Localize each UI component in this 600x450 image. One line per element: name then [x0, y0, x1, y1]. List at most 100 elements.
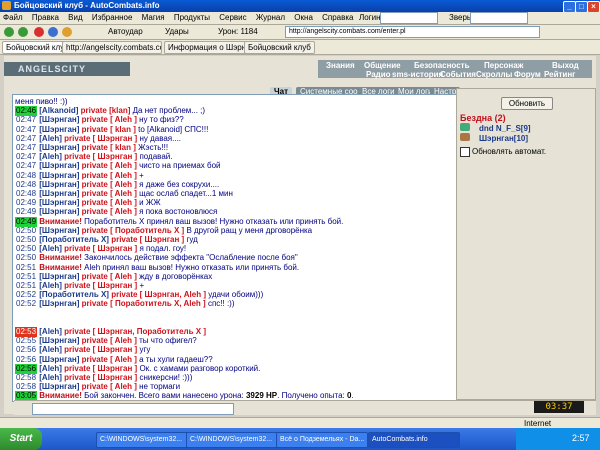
menu-file[interactable]: Файл: [3, 13, 23, 22]
menu-knowledge[interactable]: Знания: [326, 61, 355, 70]
private-recipients[interactable]: private [ Шэрнган, Aleh ]: [111, 290, 206, 299]
sender-nick[interactable]: [Поработитель X]: [39, 235, 109, 244]
tab-angelscity-url[interactable]: http://angelscity.combats.com...: [62, 41, 162, 54]
sender-nick[interactable]: [Шэрнган]: [39, 189, 79, 198]
sender-nick[interactable]: [Шэрнган]: [39, 299, 79, 308]
sender-nick[interactable]: [Шэрнган]: [39, 180, 79, 189]
menu-journal[interactable]: Журнал: [256, 13, 285, 22]
menu-favorites[interactable]: Избранное: [92, 13, 133, 22]
submenu-forum[interactable]: Форум: [514, 70, 541, 79]
player-dnd[interactable]: dnd N_F_S[9]: [479, 124, 531, 133]
refresh-button[interactable]: Обновить: [501, 97, 553, 110]
menu-view[interactable]: Вид: [68, 13, 82, 22]
player-sharingan[interactable]: Шэрнган[10]: [479, 134, 528, 143]
submenu-rating[interactable]: Рейтинг: [544, 70, 576, 79]
task-cmd-1[interactable]: C:\WINDOWS\system32...: [96, 432, 188, 448]
sender-nick[interactable]: [Aleh]: [39, 373, 62, 382]
chat-input[interactable]: [32, 403, 234, 415]
sender-nick[interactable]: [Aleh]: [39, 364, 62, 373]
private-recipients[interactable]: private [ Aleh ]: [82, 189, 137, 198]
submenu-radio[interactable]: Радио: [366, 70, 391, 79]
message-text: жду в договорёнках: [139, 271, 213, 281]
sender-nick[interactable]: [Поработитель X]: [39, 290, 109, 299]
sender-nick[interactable]: [Шэрнган]: [39, 272, 79, 281]
sender-nick[interactable]: [Aleh]: [39, 152, 62, 161]
menu-exit[interactable]: Выход: [552, 61, 579, 70]
sender-nick[interactable]: [Шэрнган]: [39, 143, 79, 152]
private-recipients[interactable]: private [ Шэрнган ]: [64, 281, 137, 290]
private-recipients[interactable]: private [ Aleh ]: [82, 115, 137, 124]
sender-nick[interactable]: [Шэрнган]: [39, 115, 79, 124]
sender-nick[interactable]: [Aleh]: [39, 345, 62, 354]
address-bar[interactable]: http://angelscity.combats.com/enter.pl: [285, 26, 540, 38]
window-title-bar: Бойцовский клуб - AutoCombats.info _ □ ×: [0, 0, 600, 13]
private-recipients[interactable]: private [ Aleh ]: [82, 171, 137, 180]
sender-nick[interactable]: [Шэрнган]: [39, 171, 79, 180]
auto-update-checkbox[interactable]: [460, 147, 470, 157]
private-recipients[interactable]: private [ Шэрнган, Поработитель X ]: [64, 327, 206, 336]
sender-nick[interactable]: [Aleh]: [39, 134, 62, 143]
menu-character[interactable]: Персонаж: [484, 61, 523, 70]
sender-nick[interactable]: [Aleh]: [39, 281, 62, 290]
private-recipients[interactable]: private [ Aleh ]: [82, 180, 137, 189]
task-autocombats[interactable]: AutoCombats.info: [368, 432, 460, 448]
menu-windows[interactable]: Окна: [294, 13, 313, 22]
private-recipients[interactable]: private [ Шэрнган ]: [64, 152, 137, 161]
private-recipients[interactable]: private [ Aleh ]: [82, 336, 137, 345]
back-icon[interactable]: [4, 27, 14, 37]
forward-icon[interactable]: [18, 27, 28, 37]
sender-nick[interactable]: [Шэрнган]: [39, 198, 79, 207]
task-cmd-2[interactable]: C:\WINDOWS\system32...: [186, 432, 278, 448]
submenu-sms[interactable]: sms-история: [392, 70, 443, 79]
submenu-scrolls[interactable]: Скроллы: [476, 70, 512, 79]
private-recipients[interactable]: private [ Шэрнган ]: [111, 235, 184, 244]
private-recipients[interactable]: private [ Поработитель X ]: [82, 226, 185, 235]
sender-nick[interactable]: [Шэрнган]: [39, 125, 79, 134]
menu-service[interactable]: Сервис: [219, 13, 246, 22]
menu-communication[interactable]: Общение: [364, 61, 401, 70]
private-recipients[interactable]: private [klan]: [81, 106, 131, 115]
sender-nick[interactable]: [Alkanoid]: [39, 106, 78, 115]
home-icon[interactable]: [62, 27, 72, 37]
hooks-button[interactable]: Удары: [165, 27, 189, 37]
menu-security[interactable]: Безопасность: [414, 61, 470, 70]
private-recipients[interactable]: private [ Aleh ]: [82, 382, 137, 391]
refresh-icon[interactable]: [48, 27, 58, 37]
sender-nick[interactable]: [Шэрнган]: [39, 382, 79, 391]
sender-nick[interactable]: [Aleh]: [39, 327, 62, 336]
sender-nick[interactable]: [Шэрнган]: [39, 355, 79, 364]
private-recipients[interactable]: private [ Шэрнган ]: [64, 373, 137, 382]
sender-nick[interactable]: [Шэрнган]: [39, 207, 79, 216]
private-recipients[interactable]: private [ Поработитель X, Aleh ]: [82, 299, 206, 308]
menu-edit[interactable]: Правка: [32, 13, 59, 22]
sender-nick[interactable]: [Aleh]: [39, 244, 62, 253]
message-text: ты что офигел?: [139, 336, 197, 346]
menu-magic[interactable]: Магия: [142, 13, 165, 22]
private-recipients[interactable]: private [ Шэрнган ]: [64, 345, 137, 354]
private-recipients[interactable]: private [ Шэрнган ]: [64, 244, 137, 253]
private-recipients[interactable]: private [ Шэрнган ]: [64, 134, 137, 143]
private-recipients[interactable]: private [ Aleh ]: [82, 198, 137, 207]
animal-input[interactable]: [470, 12, 528, 24]
menu-products[interactable]: Продукты: [174, 13, 210, 22]
stop-icon[interactable]: [34, 27, 44, 37]
autoguard-button[interactable]: Автоудар: [108, 27, 143, 37]
timestamp[interactable]: 02:52: [15, 299, 37, 309]
task-dungeons[interactable]: Всё о Подземельях - Da...: [276, 432, 368, 448]
private-recipients[interactable]: private [ Aleh ]: [82, 161, 137, 170]
sender-nick[interactable]: [Шэрнган]: [39, 226, 79, 235]
menu-help[interactable]: Справка: [322, 13, 353, 22]
sender-nick[interactable]: [Шэрнган]: [39, 161, 79, 170]
start-button[interactable]: Start: [0, 428, 42, 450]
private-recipients[interactable]: private [ Aleh ]: [82, 207, 137, 216]
private-recipients[interactable]: private [ Aleh ]: [82, 355, 137, 364]
toolbar: Автоудар Удары Урон: 1184 http://angelsc…: [0, 25, 600, 40]
sender-nick[interactable]: [Шэрнган]: [39, 336, 79, 345]
submenu-events[interactable]: События: [440, 70, 476, 79]
private-recipients[interactable]: private [ Aleh ]: [82, 272, 137, 281]
login-input[interactable]: [380, 12, 438, 24]
private-recipients[interactable]: private [ klan ]: [82, 125, 136, 134]
private-recipients[interactable]: private [ klan ]: [82, 143, 136, 152]
tab-fight-club-2[interactable]: Бойцовский клуб: [244, 41, 315, 54]
private-recipients[interactable]: private [ Шэрнган ]: [64, 364, 137, 373]
